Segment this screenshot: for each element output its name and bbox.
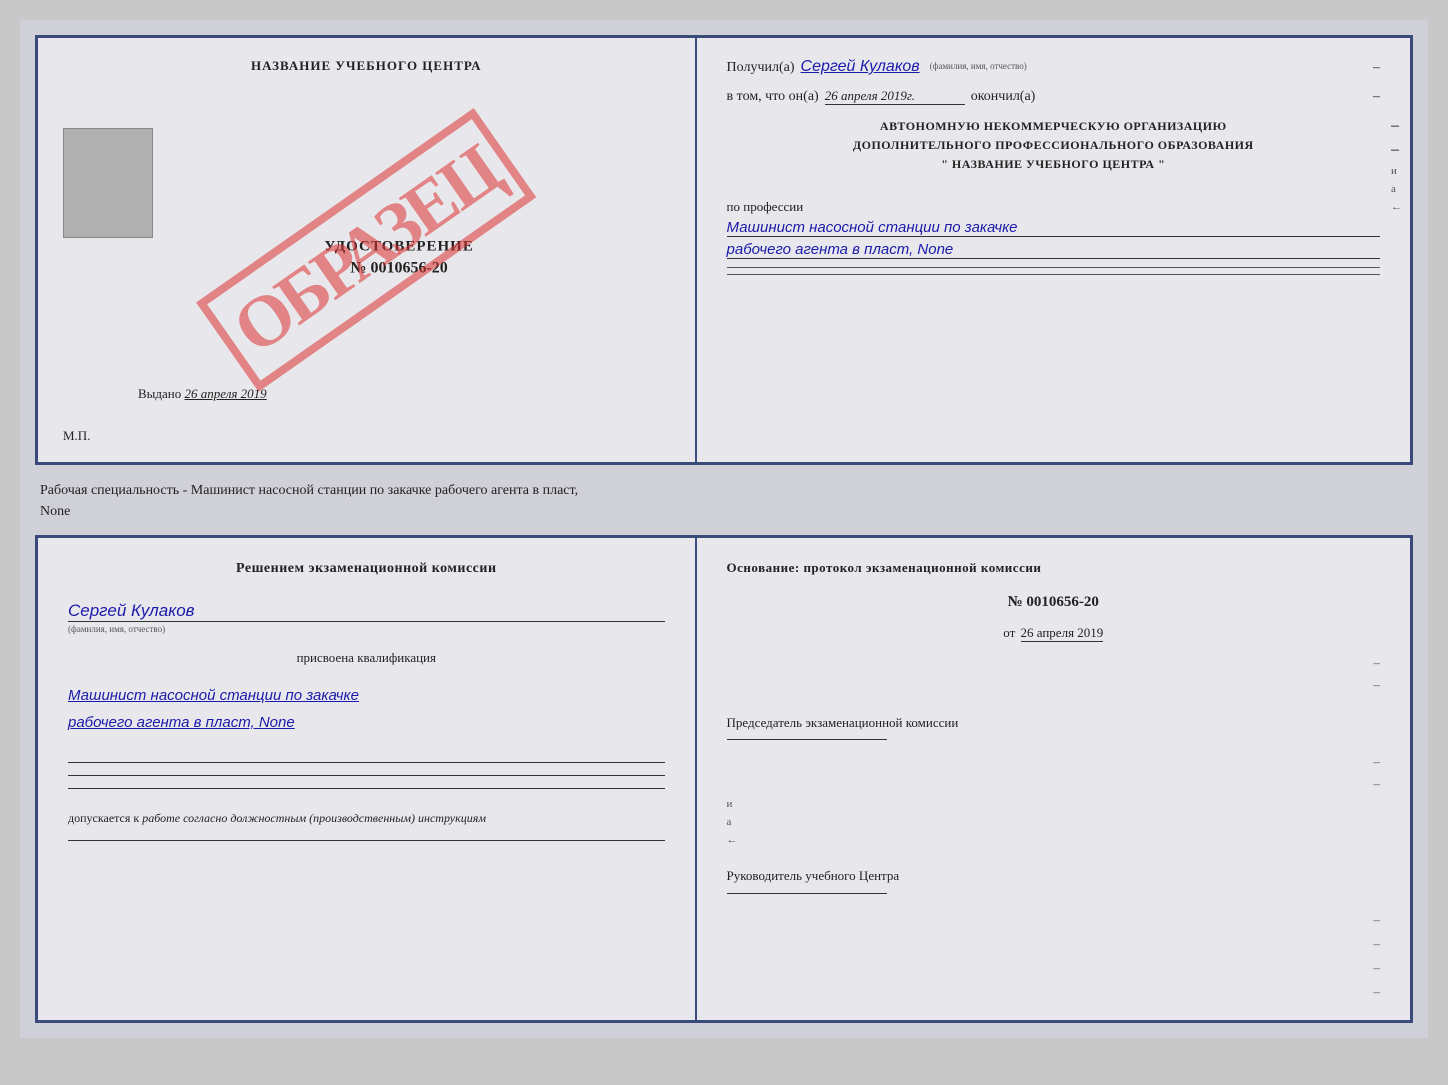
dash-b3: –: [727, 960, 1380, 976]
qual-line2: рабочего агента в пласт, None: [68, 709, 665, 736]
vydano-date: 26 апреля 2019: [185, 386, 267, 401]
vydano-block: Выдано 26 апреля 2019: [138, 386, 267, 402]
caption-area: Рабочая специальность - Машинист насосно…: [35, 475, 1413, 525]
mp-text: М.П.: [63, 428, 90, 444]
vtom-date: 26 апреля 2019г.: [825, 88, 965, 105]
poluchil-line: Получил(а) Сергей Кулаков (фамилия, имя,…: [727, 58, 1380, 76]
caption-text-2: None: [35, 504, 1413, 525]
org-line3: " НАЗВАНИЕ УЧЕБНОГО ЦЕНТРА ": [727, 155, 1380, 174]
photo-placeholder: [63, 128, 153, 238]
profession-line2: рабочего агента в пласт, None: [727, 241, 1380, 259]
dash-b1: –: [727, 912, 1380, 928]
komissia-title: Решением экзаменационной комиссии: [68, 558, 665, 579]
prisvoena-text: присвоена квалификация: [68, 650, 665, 666]
left-arrow-r: ←: [727, 834, 1380, 846]
dopuskaetsya-value: работе согласно должностным (производств…: [142, 811, 486, 825]
dash-m2: –: [727, 776, 1380, 792]
dash-org-2: –: [1391, 141, 1402, 159]
bottom-dashes: [727, 267, 1380, 275]
line1: [727, 267, 1380, 268]
ot-label: от: [1003, 625, 1015, 640]
dash-1: –: [1373, 60, 1380, 76]
top-document: НАЗВАНИЕ УЧЕБНОГО ЦЕНТРА УДОСТОВЕРЕНИЕ №…: [35, 35, 1413, 465]
a-label-r: а: [727, 816, 1380, 828]
poluchil-label: Получил(а): [727, 60, 795, 76]
predsedatel-block: Председатель экзаменационной комиссии: [727, 713, 1380, 741]
bottom-dashes-right: – – – –: [727, 912, 1380, 1000]
fio-label-top: (фамилия, имя, отчество): [930, 61, 1027, 71]
bottom-right-panel: Основание: протокол экзаменационной коми…: [697, 538, 1410, 1020]
vydano-label: Выдано: [138, 386, 181, 401]
top-left-panel: НАЗВАНИЕ УЧЕБНОГО ЦЕНТРА УДОСТОВЕРЕНИЕ №…: [38, 38, 697, 462]
predsedatel-line: [727, 739, 887, 740]
bottom-left-panel: Решением экзаменационной комиссии Сергей…: [38, 538, 697, 1020]
dopuskaetsya-block: допускается к работе согласно должностны…: [68, 811, 665, 826]
nomer-label: № 0010656-20: [324, 260, 474, 278]
dopuskaetsya-label: допускается к: [68, 811, 139, 825]
line2: [68, 775, 665, 776]
fio-label-bottom: (фамилия, имя, отчество): [68, 624, 665, 634]
vtom-label: в том, что он(а): [727, 89, 819, 105]
bottom-document: Решением экзаменационной комиссии Сергей…: [35, 535, 1413, 1023]
okonchil-label: окончил(а): [971, 89, 1036, 105]
qualification-block: Машинист насосной станции по закачке раб…: [68, 682, 665, 736]
line-dopusk: [68, 840, 665, 841]
date-value: 26 апреля 2019: [1021, 625, 1104, 642]
line2: [727, 274, 1380, 275]
left-arrow: ←: [1391, 201, 1402, 213]
org-line2: ДОПОЛНИТЕЛЬНОГО ПРОФЕССИОНАЛЬНОГО ОБРАЗО…: [727, 136, 1380, 155]
org-block: АВТОНОМНУЮ НЕКОММЕРЧЕСКУЮ ОРГАНИЗАЦИЮ ДО…: [727, 117, 1380, 175]
top-right-panel: Получил(а) Сергей Кулаков (фамилия, имя,…: [697, 38, 1410, 462]
dash-m1: –: [727, 754, 1380, 770]
dash-b2: –: [727, 936, 1380, 952]
name-block: Сергей Кулаков (фамилия, имя, отчество): [68, 597, 665, 634]
rukovoditel-block: Руководитель учебного Центра: [727, 866, 1380, 894]
right-dashes-org: – – и а ←: [1391, 117, 1402, 213]
i-label-r: и: [727, 798, 1380, 810]
poluchil-value: Сергей Кулаков: [801, 58, 920, 76]
caption-text-main: Рабочая специальность - Машинист насосно…: [35, 475, 1413, 504]
udostoverenie-block: УДОСТОВЕРЕНИЕ № 0010656-20: [324, 239, 474, 278]
rukovoditel-line: [727, 893, 887, 894]
rukovoditel-label: Руководитель учебного Центра: [727, 866, 1380, 887]
professia-label: по профессии: [727, 199, 1380, 215]
line3: [68, 788, 665, 789]
udostoverenie-label: УДОСТОВЕРЕНИЕ: [324, 239, 474, 256]
protocol-number: № 0010656-20: [727, 594, 1380, 611]
org-text: АВТОНОМНУЮ НЕКОММЕРЧЕСКУЮ ОРГАНИЗАЦИЮ ДО…: [727, 117, 1380, 175]
right-dashes-block: – –: [727, 655, 1380, 693]
top-center-title: НАЗВАНИЕ УЧЕБНОГО ЦЕНТРА: [251, 58, 482, 74]
extra-lines: [68, 756, 665, 789]
dash-org-1: –: [1391, 117, 1402, 135]
i-label: и: [1391, 165, 1402, 177]
predsedatel-label: Председатель экзаменационной комиссии: [727, 713, 1380, 734]
org-line1: АВТОНОМНУЮ НЕКОММЕРЧЕСКУЮ ОРГАНИЗАЦИЮ: [727, 117, 1380, 136]
qual-line1: Машинист насосной станции по закачке: [68, 682, 665, 709]
name-handwritten: Сергей Кулаков: [68, 601, 665, 622]
vtom-line: в том, что он(а) 26 апреля 2019г. окончи…: [727, 88, 1380, 105]
ot-date: от 26 апреля 2019: [727, 625, 1380, 641]
dash-r2: –: [727, 677, 1380, 693]
osnovanie-title: Основание: протокол экзаменационной коми…: [727, 558, 1380, 578]
dash-r1: –: [727, 655, 1380, 671]
a-label: а: [1391, 183, 1402, 195]
line1: [68, 762, 665, 763]
profession-line1: Машинист насосной станции по закачке: [727, 219, 1380, 237]
profession-block: по профессии Машинист насосной станции п…: [727, 193, 1380, 275]
dash-b4: –: [727, 984, 1380, 1000]
middle-dashes: – – и а ←: [727, 754, 1380, 846]
dash-2: –: [1373, 89, 1380, 105]
document-container: НАЗВАНИЕ УЧЕБНОГО ЦЕНТРА УДОСТОВЕРЕНИЕ №…: [20, 20, 1428, 1038]
